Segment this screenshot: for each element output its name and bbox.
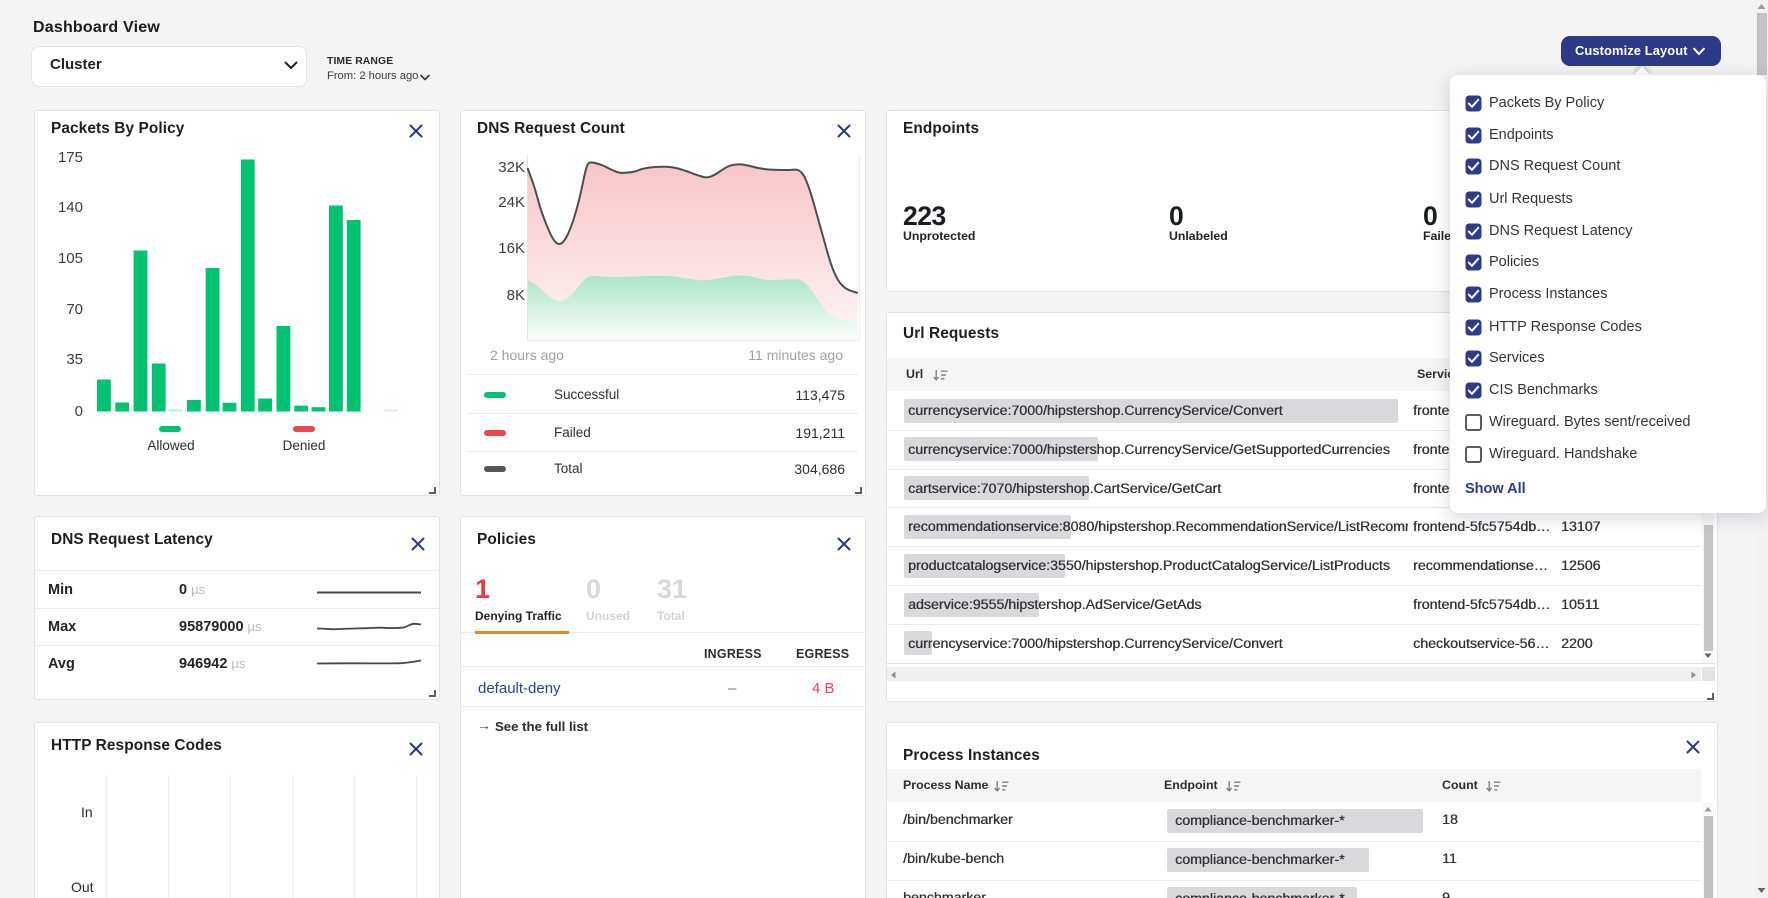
svg-text:Allowed: Allowed [147, 438, 194, 453]
svg-text:8K: 8K [507, 287, 525, 304]
svg-text:35: 35 [66, 351, 83, 368]
svg-text:Denied: Denied [283, 438, 326, 453]
svg-text:11 minutes ago: 11 minutes ago [748, 347, 843, 363]
svg-text:140: 140 [58, 199, 83, 216]
svg-text:70: 70 [66, 301, 83, 318]
svg-text:24K: 24K [498, 194, 525, 211]
svg-text:32K: 32K [498, 159, 525, 176]
svg-text:105: 105 [58, 250, 83, 267]
svg-text:175: 175 [58, 149, 83, 166]
svg-text:16K: 16K [498, 240, 525, 257]
svg-text:0: 0 [75, 403, 83, 420]
svg-text:2 hours ago: 2 hours ago [490, 347, 564, 363]
